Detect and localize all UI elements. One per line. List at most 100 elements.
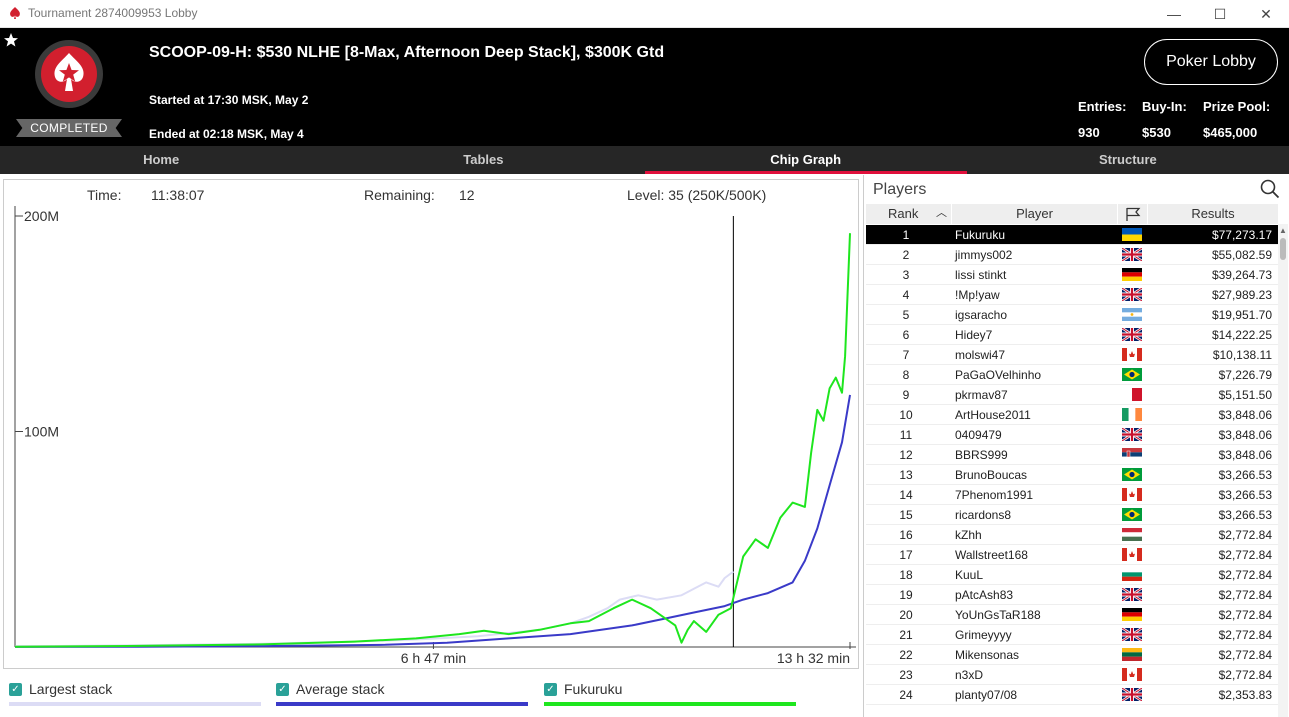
player-row[interactable]: 16 kZhh $2,772.84	[866, 525, 1278, 545]
player-name: Wallstreet168	[955, 548, 1028, 562]
remaining-label: Remaining:	[364, 187, 435, 203]
player-row[interactable]: 21 Grimeyyyy $2,772.84	[866, 625, 1278, 645]
player-row[interactable]: 19 pAtcAsh83 $2,772.84	[866, 585, 1278, 605]
player-result: $5,151.50	[1218, 388, 1272, 402]
country-flag-icon	[1122, 248, 1142, 261]
largest-stack-label: Largest stack	[29, 681, 113, 697]
player-name: ArtHouse2011	[955, 408, 1031, 422]
largest-stack-checkbox[interactable]: ✓	[9, 683, 22, 696]
country-flag-icon	[1122, 348, 1142, 361]
player-rank: 17	[899, 548, 913, 562]
player-row[interactable]: 7 molswi47 $10,138.11	[866, 345, 1278, 365]
country-flag-icon	[1122, 308, 1142, 321]
legend-average-stack[interactable]: ✓ Average stack	[276, 678, 528, 708]
tournament-title: SCOOP-09-H: $530 NLHE [8-Max, Afternoon …	[149, 44, 665, 61]
player-row[interactable]: 1 Fukuruku $77,273.17	[866, 225, 1278, 245]
close-button[interactable]: ✕	[1243, 0, 1289, 28]
player-rank: 20	[899, 608, 913, 622]
player-rank: 18	[899, 568, 913, 582]
minimize-button[interactable]: —	[1151, 0, 1197, 28]
player-result: $2,772.84	[1218, 668, 1272, 682]
chip-graph-panel: Time: 11:38:07 Remaining: 12 Level: 35 (…	[3, 179, 859, 669]
country-flag-icon	[1122, 568, 1142, 581]
player-row[interactable]: 17 Wallstreet168 $2,772.84	[866, 545, 1278, 565]
player-result: $2,772.84	[1218, 568, 1272, 582]
players-scrollbar[interactable]: ▲	[1278, 224, 1288, 717]
player-row[interactable]: 11 0409479 $3,848.06	[866, 425, 1278, 445]
player-result: $3,848.06	[1218, 408, 1272, 422]
tab-chip-graph[interactable]: Chip Graph	[644, 146, 968, 174]
player-row[interactable]: 5 igsaracho $19,951.70	[866, 305, 1278, 325]
tab-home[interactable]: Home	[0, 146, 322, 174]
country-flag-icon	[1122, 388, 1142, 401]
player-row[interactable]: 14 7Phenom1991 $3,266.53	[866, 485, 1278, 505]
player-row[interactable]: 4 !Mp!yaw $27,989.23	[866, 285, 1278, 305]
player-row[interactable]: 24 planty07/08 $2,353.83	[866, 685, 1278, 705]
prize-pool-value: $465,000	[1203, 125, 1258, 140]
y-tick-label: 200M	[24, 208, 59, 224]
scroll-up-icon[interactable]: ▲	[1279, 226, 1287, 235]
player-name: ricardons8	[955, 508, 1012, 522]
player-name: Fukuruku	[955, 228, 1006, 242]
players-table-header: Rank ︿ Player Results	[866, 204, 1278, 224]
player-result: $3,266.53	[1218, 488, 1272, 502]
flag-column-header[interactable]	[1118, 204, 1148, 224]
entries-value: 930	[1078, 125, 1100, 140]
player-name: 0409479	[955, 428, 1002, 442]
player-row[interactable]: 12 BBRS999 $3,848.06	[866, 445, 1278, 465]
player-result: $77,273.17	[1211, 228, 1272, 242]
poker-lobby-button[interactable]: Poker Lobby	[1144, 39, 1278, 85]
legend-largest-stack[interactable]: ✓ Largest stack	[9, 678, 261, 708]
entries-label: Entries:	[1078, 99, 1127, 114]
player-row[interactable]: 9 pkrmav87 $5,151.50	[866, 385, 1278, 405]
player-rank: 7	[902, 348, 910, 362]
maximize-button[interactable]: ☐	[1197, 0, 1243, 28]
player-column-header[interactable]: Player	[952, 204, 1118, 224]
country-flag-icon	[1122, 288, 1142, 301]
legend-player[interactable]: ✓ Fukuruku	[544, 678, 796, 708]
tab-structure[interactable]: Structure	[967, 146, 1289, 174]
pokerstars-app-icon	[10, 7, 20, 19]
player-name: BBRS999	[955, 448, 1008, 462]
player-name: YoUnGsTaR188	[955, 608, 1041, 622]
player-row[interactable]: 18 KuuL $2,772.84	[866, 565, 1278, 585]
player-name: lissi stinkt	[955, 268, 1007, 282]
player-rank: 2	[902, 248, 910, 262]
player-row[interactable]: 15 ricardons8 $3,266.53	[866, 505, 1278, 525]
favorite-star-icon[interactable]	[3, 32, 19, 48]
player-result: $2,772.84	[1218, 608, 1272, 622]
player-checkbox[interactable]: ✓	[544, 683, 557, 696]
player-row[interactable]: 13 BrunoBoucas $3,266.53	[866, 465, 1278, 485]
end-time: Ended at 02:18 MSK, May 4	[149, 127, 304, 141]
player-name: Hidey7	[955, 328, 993, 342]
rank-header-label: Rank	[888, 206, 919, 221]
player-row[interactable]: 10 ArtHouse2011 $3,848.06	[866, 405, 1278, 425]
country-flag-icon	[1122, 588, 1142, 601]
player-row[interactable]: 20 YoUnGsTaR188 $2,772.84	[866, 605, 1278, 625]
player-row[interactable]: 6 Hidey7 $14,222.25	[866, 325, 1278, 345]
rank-column-header[interactable]: Rank ︿	[866, 204, 952, 224]
country-flag-icon	[1122, 228, 1142, 241]
sort-ascending-icon: ︿	[936, 207, 947, 219]
player-row[interactable]: 2 jimmys002 $55,082.59	[866, 245, 1278, 265]
start-time: Started at 17:30 MSK, May 2	[149, 93, 309, 107]
player-row[interactable]: 3 lissi stinkt $39,264.73	[866, 265, 1278, 285]
player-row[interactable]: 22 Mikensonas $2,772.84	[866, 645, 1278, 665]
average-stack-checkbox[interactable]: ✓	[276, 683, 289, 696]
player-rank: 14	[899, 488, 913, 502]
search-icon[interactable]	[1260, 179, 1280, 199]
results-column-header[interactable]: Results	[1148, 204, 1278, 224]
tab-tables[interactable]: Tables	[322, 146, 644, 174]
country-flag-icon	[1122, 528, 1142, 541]
player-name: pkrmav87	[955, 388, 1008, 402]
player-result: $7,226.79	[1218, 368, 1272, 382]
player-rank: 5	[902, 308, 910, 322]
scrollbar-thumb[interactable]	[1280, 238, 1286, 260]
player-result: $27,989.23	[1211, 288, 1272, 302]
player-rank: 22	[899, 648, 913, 662]
player-row[interactable]: 8 PaGaOVelhinho $7,226.79	[866, 365, 1278, 385]
chip-graph-chart[interactable]: 100M 200M 6 h 47 min 13 h 32 min	[4, 206, 858, 668]
player-row[interactable]: 23 n3xD $2,772.84	[866, 665, 1278, 685]
player-result: $2,772.84	[1218, 548, 1272, 562]
player-rank: 12	[899, 448, 913, 462]
